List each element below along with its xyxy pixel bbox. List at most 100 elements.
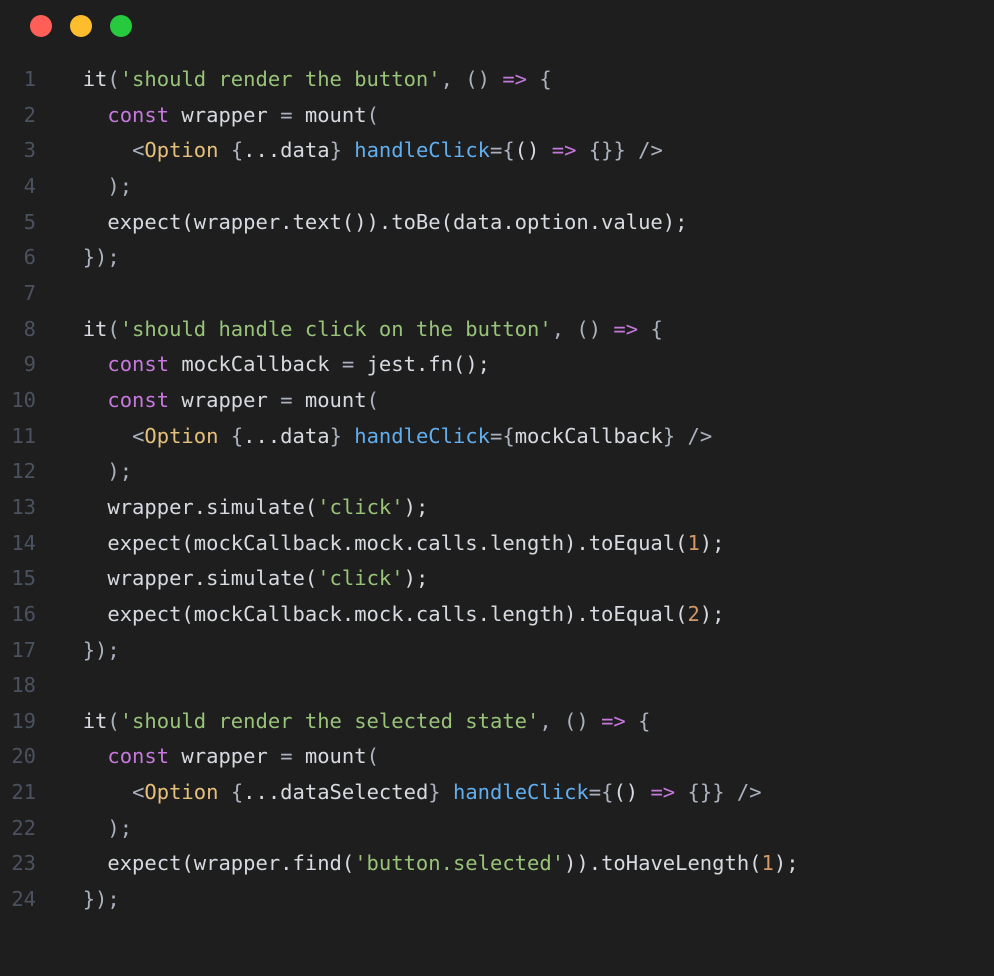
code-line[interactable]: 13 wrapper.simulate('click'); — [0, 490, 994, 526]
token: = — [589, 780, 601, 804]
token: mount — [293, 103, 367, 127]
code-content[interactable]: it('should render the selected state', (… — [58, 704, 650, 740]
code-content[interactable]: wrapper.simulate('click'); — [58, 561, 428, 597]
token: handleClick — [453, 780, 589, 804]
token: { — [502, 138, 514, 162]
code-line[interactable]: 14 expect(mockCallback.mock.calls.length… — [0, 526, 994, 562]
token: expect(mockCallback.mock.calls.length).t… — [107, 531, 687, 555]
token: 'click' — [317, 566, 403, 590]
token: , () — [552, 317, 614, 341]
code-content[interactable]: ); — [58, 169, 132, 205]
line-number: 17 — [0, 633, 58, 669]
line-number: 18 — [0, 668, 58, 704]
token: ); — [404, 495, 429, 519]
token: wrapper — [169, 388, 280, 412]
code-line[interactable]: 17 }); — [0, 633, 994, 669]
code-editor[interactable]: 1 it('should render the button', () => {… — [0, 52, 994, 918]
minimize-icon[interactable] — [70, 15, 92, 37]
line-number: 14 — [0, 526, 58, 562]
code-line[interactable]: 3 <Option {...data} handleClick={() => {… — [0, 133, 994, 169]
code-line[interactable]: 16 expect(mockCallback.mock.calls.length… — [0, 597, 994, 633]
token: 1 — [687, 531, 699, 555]
code-content[interactable]: const mockCallback = jest.fn(); — [58, 347, 490, 383]
line-number: 2 — [0, 98, 58, 134]
code-content[interactable]: <Option {...dataSelected} handleClick={(… — [58, 775, 762, 811]
token: jest.fn(); — [354, 352, 490, 376]
code-line[interactable]: 7 — [0, 276, 994, 312]
code-line[interactable]: 12 ); — [0, 454, 994, 490]
code-content[interactable]: ); — [58, 811, 132, 847]
code-content[interactable]: <Option {...data} handleClick={mockCallb… — [58, 419, 712, 455]
token: < — [132, 138, 144, 162]
token: 'click' — [317, 495, 403, 519]
code-content[interactable]: }); — [58, 633, 120, 669]
token: () — [613, 780, 650, 804]
token: wrapper — [169, 744, 280, 768]
token: wrapper — [169, 103, 280, 127]
token: } — [330, 138, 355, 162]
code-line[interactable]: 23 expect(wrapper.find('button.selected'… — [0, 846, 994, 882]
code-content[interactable]: const wrapper = mount( — [58, 739, 379, 775]
token — [218, 424, 230, 448]
code-content[interactable]: expect(wrapper.find('button.selected')).… — [58, 846, 799, 882]
code-content[interactable]: expect(mockCallback.mock.calls.length).t… — [58, 597, 724, 633]
token: 'should handle click on the button' — [120, 317, 552, 341]
token: , () — [539, 709, 601, 733]
code-content[interactable]: ); — [58, 454, 132, 490]
code-line[interactable]: 1 it('should render the button', () => { — [0, 62, 994, 98]
code-content[interactable]: const wrapper = mount( — [58, 98, 379, 134]
token: /> — [675, 424, 712, 448]
token: )).toHaveLength( — [564, 851, 761, 875]
line-number: 20 — [0, 739, 58, 775]
code-content[interactable]: it('should handle click on the button', … — [58, 312, 663, 348]
token: => — [552, 138, 577, 162]
token: /> — [725, 780, 762, 804]
zoom-icon[interactable] — [110, 15, 132, 37]
token — [675, 780, 687, 804]
code-content[interactable]: const wrapper = mount( — [58, 383, 379, 419]
line-number: 23 — [0, 846, 58, 882]
token: const — [107, 388, 169, 412]
code-line[interactable]: 5 expect(wrapper.text()).toBe(data.optio… — [0, 205, 994, 241]
code-line[interactable]: 15 wrapper.simulate('click'); — [0, 561, 994, 597]
code-content[interactable]: <Option {...data} handleClick={() => {}}… — [58, 133, 663, 169]
token — [218, 138, 230, 162]
close-icon[interactable] — [30, 15, 52, 37]
code-content[interactable]: wrapper.simulate('click'); — [58, 490, 428, 526]
code-line[interactable]: 20 const wrapper = mount( — [0, 739, 994, 775]
code-line[interactable]: 24 }); — [0, 882, 994, 918]
token: const — [107, 744, 169, 768]
code-line[interactable]: 22 ); — [0, 811, 994, 847]
code-content[interactable]: }); — [58, 240, 120, 276]
token: it — [83, 709, 108, 733]
token: { — [502, 424, 514, 448]
token: 2 — [687, 602, 699, 626]
code-content[interactable]: }); — [58, 882, 120, 918]
code-line[interactable]: 4 ); — [0, 169, 994, 205]
line-number: 12 — [0, 454, 58, 490]
token: 'button.selected' — [354, 851, 564, 875]
line-number: 7 — [0, 276, 58, 312]
code-line[interactable]: 6 }); — [0, 240, 994, 276]
code-line[interactable]: 11 <Option {...data} handleClick={mockCa… — [0, 419, 994, 455]
line-number: 8 — [0, 312, 58, 348]
token: const — [107, 103, 169, 127]
token: mount — [293, 744, 367, 768]
line-number: 6 — [0, 240, 58, 276]
code-line[interactable]: 9 const mockCallback = jest.fn(); — [0, 347, 994, 383]
code-line[interactable]: 21 <Option {...dataSelected} handleClick… — [0, 775, 994, 811]
code-content[interactable]: expect(wrapper.text()).toBe(data.option.… — [58, 205, 687, 241]
code-line[interactable]: 10 const wrapper = mount( — [0, 383, 994, 419]
code-line[interactable]: 8 it('should handle click on the button'… — [0, 312, 994, 348]
code-content[interactable]: expect(mockCallback.mock.calls.length).t… — [58, 526, 724, 562]
code-line[interactable]: 18 — [0, 668, 994, 704]
code-line[interactable]: 19 it('should render the selected state'… — [0, 704, 994, 740]
token: }); — [83, 638, 120, 662]
code-line[interactable]: 2 const wrapper = mount( — [0, 98, 994, 134]
line-number: 21 — [0, 775, 58, 811]
code-content[interactable]: it('should render the button', () => { — [58, 62, 552, 98]
token: => — [601, 709, 626, 733]
token: = — [490, 424, 502, 448]
token: /> — [626, 138, 663, 162]
token — [218, 780, 230, 804]
